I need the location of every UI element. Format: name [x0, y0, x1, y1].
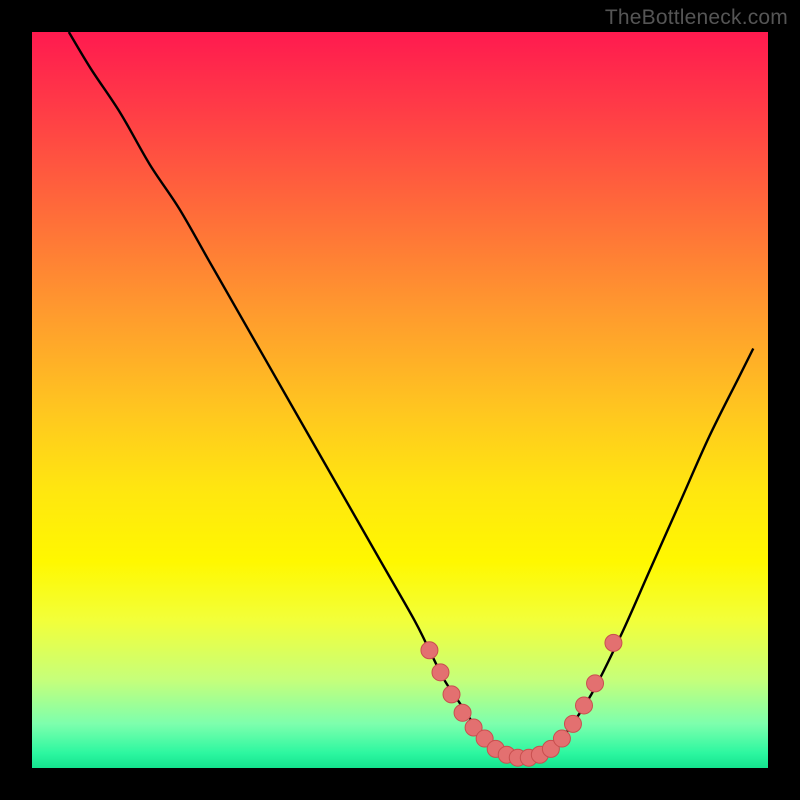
- marker-dot: [454, 704, 471, 721]
- marker-dot: [553, 730, 570, 747]
- plot-svg: [32, 32, 768, 768]
- marker-dot: [443, 686, 460, 703]
- watermark-text: TheBottleneck.com: [605, 6, 788, 30]
- bottleneck-curve: [69, 32, 753, 760]
- marker-dot: [605, 634, 622, 651]
- marker-dot: [564, 715, 581, 732]
- marker-dot: [421, 642, 438, 659]
- marker-dot: [587, 675, 604, 692]
- marker-dot: [576, 697, 593, 714]
- optimal-markers: [421, 634, 622, 766]
- chart-container: TheBottleneck.com: [0, 0, 800, 800]
- marker-dot: [432, 664, 449, 681]
